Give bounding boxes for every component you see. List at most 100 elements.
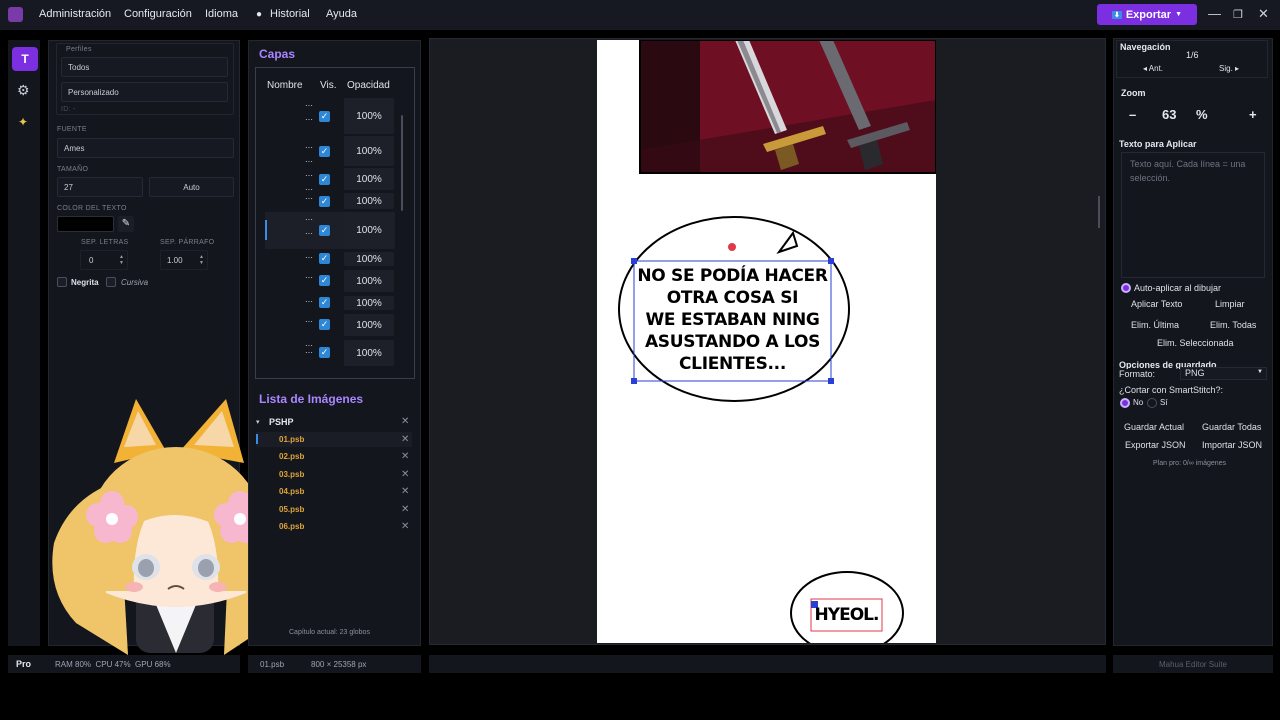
resource-usage: RAM 80% CPU 47% GPU 68% bbox=[55, 659, 171, 669]
image-item[interactable]: 04.psb bbox=[279, 487, 304, 496]
layer-opacity[interactable]: 100% bbox=[344, 168, 394, 190]
layer-opacity[interactable]: 100% bbox=[344, 252, 394, 266]
folder-name[interactable]: PSHP bbox=[269, 417, 294, 427]
close-folder-icon[interactable]: ✕ bbox=[401, 416, 409, 427]
maximize-button[interactable]: ❐ bbox=[1233, 8, 1243, 21]
image-item[interactable]: 03.psb bbox=[279, 470, 304, 479]
delete-selected-button[interactable]: Elim. Seleccionada bbox=[1157, 338, 1234, 348]
menu-configuracion[interactable]: Configuración bbox=[124, 8, 192, 20]
selected-file-indicator bbox=[256, 434, 258, 444]
smartstitch-no-radio[interactable] bbox=[1120, 398, 1130, 408]
clear-button[interactable]: Limpiar bbox=[1215, 299, 1245, 309]
layer-visibility-checkbox[interactable]: ✓ bbox=[319, 275, 330, 286]
auto-size-button[interactable]: Auto bbox=[149, 177, 234, 197]
status-left: Pro RAM 80% CPU 47% GPU 68% bbox=[8, 655, 240, 673]
layer-opacity[interactable]: 100% bbox=[344, 296, 394, 310]
remove-image-icon[interactable]: ✕ bbox=[401, 434, 409, 445]
menu-administracion[interactable]: Administración bbox=[39, 8, 111, 20]
save-current-button[interactable]: Guardar Actual bbox=[1124, 422, 1184, 432]
next-page-button[interactable]: Sig. ▸ bbox=[1219, 64, 1239, 73]
menu-ayuda[interactable]: Ayuda bbox=[326, 8, 357, 20]
history-icon: ● bbox=[256, 9, 263, 20]
layer-visibility-checkbox[interactable]: ✓ bbox=[319, 111, 330, 122]
profile-all[interactable]: Todos bbox=[61, 57, 228, 77]
minimize-button[interactable]: — bbox=[1208, 6, 1221, 21]
image-item[interactable]: 02.psb bbox=[279, 452, 304, 461]
images-title: Lista de Imágenes bbox=[259, 392, 364, 406]
layer-opacity[interactable]: 100% bbox=[344, 98, 394, 134]
profile-custom[interactable]: Personalizado bbox=[61, 82, 228, 102]
layer-opacity[interactable]: 100% bbox=[344, 270, 394, 292]
layer-visibility-checkbox[interactable]: ✓ bbox=[319, 319, 330, 330]
paragraph-spacing-field[interactable]: 1.00 ▲ ▼ bbox=[160, 250, 208, 270]
layer-visibility-checkbox[interactable]: ✓ bbox=[319, 174, 330, 185]
prev-page-button[interactable]: ◂ Ant. bbox=[1143, 64, 1163, 73]
save-all-button[interactable]: Guardar Todas bbox=[1202, 422, 1261, 432]
color-label: COLOR DEL TEXTO bbox=[57, 205, 127, 212]
delete-last-button[interactable]: Elim. Última bbox=[1131, 320, 1179, 330]
canvas-scrollbar[interactable] bbox=[1098, 196, 1100, 228]
layer-visibility-checkbox[interactable]: ✓ bbox=[319, 146, 330, 157]
layers-scrollbar[interactable] bbox=[401, 115, 403, 211]
menu-bar bbox=[0, 0, 1280, 30]
remove-image-icon[interactable]: ✕ bbox=[401, 486, 409, 497]
font-field[interactable]: Ames bbox=[57, 138, 234, 158]
menu-historial[interactable]: Historial bbox=[270, 8, 310, 20]
eyedropper-icon[interactable]: ✎ bbox=[118, 216, 134, 232]
remove-image-icon[interactable]: ✕ bbox=[401, 521, 409, 532]
image-item[interactable]: 05.psb bbox=[279, 505, 304, 514]
size-field[interactable]: 27 bbox=[57, 177, 143, 197]
zoom-out-button[interactable]: – bbox=[1129, 107, 1136, 122]
layer-visibility-checkbox[interactable]: ✓ bbox=[319, 225, 330, 236]
chapter-status: Capítulo actual: 23 globos bbox=[289, 629, 370, 636]
format-select[interactable]: PNG ▼ bbox=[1180, 367, 1267, 380]
bubble-line: OTRA COSA SI bbox=[666, 288, 799, 308]
letter-spacing-value: 0 bbox=[89, 255, 94, 265]
image-item[interactable]: 06.psb bbox=[279, 522, 304, 531]
zoom-unit: % bbox=[1196, 107, 1208, 122]
text-tool-button[interactable]: T bbox=[12, 47, 38, 71]
layer-opacity[interactable]: 100% bbox=[344, 212, 394, 248]
zoom-value[interactable]: 63 bbox=[1162, 107, 1176, 122]
stepper-arrows-icon[interactable]: ▲ ▼ bbox=[119, 254, 124, 266]
image-item[interactable]: 01.psb bbox=[279, 435, 304, 444]
remove-image-icon[interactable]: ✕ bbox=[401, 504, 409, 515]
export-label: Exportar bbox=[1125, 8, 1172, 21]
italic-checkbox[interactable] bbox=[106, 277, 116, 287]
text-color-swatch[interactable] bbox=[57, 216, 114, 232]
layers-title: Capas bbox=[259, 47, 296, 61]
layer-opacity[interactable]: 100% bbox=[344, 193, 394, 209]
auto-apply-toggle[interactable] bbox=[1121, 283, 1131, 293]
delete-all-button[interactable]: Elim. Todas bbox=[1210, 320, 1256, 330]
layer-opacity[interactable]: 100% bbox=[344, 314, 394, 336]
comic-page[interactable]: NO SE PODÍA HACER OTRA COSA SI WE ESTABA… bbox=[597, 40, 936, 643]
layer-visibility-checkbox[interactable]: ✓ bbox=[319, 253, 330, 264]
import-json-button[interactable]: Importar JSON bbox=[1202, 440, 1262, 450]
apply-text-button[interactable]: Aplicar Texto bbox=[1131, 299, 1182, 309]
layer-visibility-checkbox[interactable]: ✓ bbox=[319, 347, 330, 358]
layer-opacity[interactable]: 100% bbox=[344, 136, 394, 166]
layer-name: ⋯ bbox=[305, 273, 313, 282]
folder-chevron-icon[interactable]: ▾ bbox=[256, 418, 260, 426]
page-indicator: 1/6 bbox=[1186, 50, 1199, 60]
gear-icon[interactable]: ⚙ bbox=[17, 82, 30, 99]
smartstitch-yes-radio[interactable] bbox=[1147, 398, 1157, 408]
sparkle-icon[interactable]: ✦ bbox=[18, 115, 28, 129]
zoom-in-button[interactable]: + bbox=[1249, 107, 1257, 122]
remove-image-icon[interactable]: ✕ bbox=[401, 469, 409, 480]
export-json-button[interactable]: Exportar JSON bbox=[1125, 440, 1186, 450]
close-button[interactable]: ✕ bbox=[1258, 6, 1269, 22]
menu-idioma[interactable]: Idioma bbox=[205, 8, 238, 20]
small-bubble-text[interactable]: HYEOL. bbox=[811, 605, 882, 625]
speech-bubble-text[interactable]: NO SE PODÍA HACER OTRA COSA SI WE ESTABA… bbox=[634, 265, 831, 375]
letter-spacing-field[interactable]: 0 ▲ ▼ bbox=[80, 250, 128, 270]
stepper-arrows-icon[interactable]: ▲ ▼ bbox=[199, 254, 204, 266]
text-apply-textarea[interactable]: Texto aquí. Cada línea = una selección. bbox=[1121, 152, 1265, 278]
layer-opacity[interactable]: 100% bbox=[344, 340, 394, 366]
format-label: Formato: bbox=[1119, 369, 1156, 379]
layer-visibility-checkbox[interactable]: ✓ bbox=[319, 196, 330, 207]
export-button[interactable]: ⬇ Exportar ▼ bbox=[1097, 4, 1197, 25]
layer-visibility-checkbox[interactable]: ✓ bbox=[319, 297, 330, 308]
bold-checkbox[interactable] bbox=[57, 277, 67, 287]
remove-image-icon[interactable]: ✕ bbox=[401, 451, 409, 462]
